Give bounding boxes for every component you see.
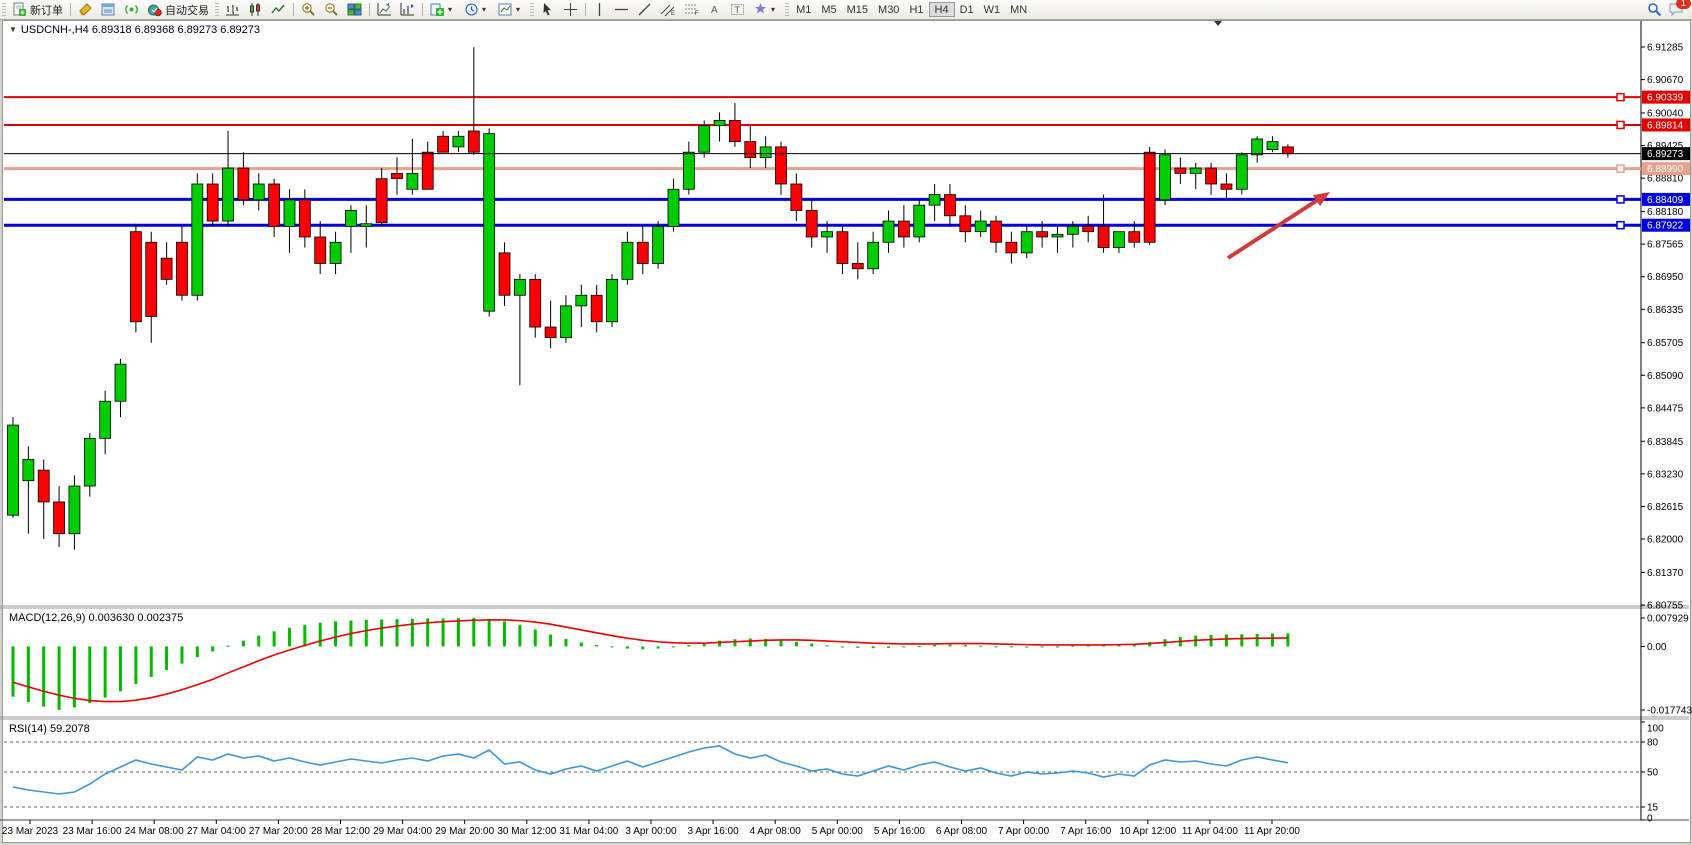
toolbar-grip[interactable]: [530, 3, 534, 16]
cursor-tool-button[interactable]: [536, 1, 559, 18]
add-indicator-button[interactable]: ▾: [426, 1, 460, 18]
bar-chart-icon: [225, 2, 240, 17]
trendline-icon: [637, 2, 652, 17]
horizontal-line-tool[interactable]: [610, 1, 633, 18]
market-watch-button[interactable]: [97, 1, 120, 18]
timeframe-button-H4[interactable]: H4: [929, 2, 955, 17]
new-order-icon: [12, 2, 27, 17]
toolbar-grip[interactable]: [2, 3, 6, 16]
shapes-tool[interactable]: ▾: [749, 1, 783, 18]
clock-icon: [464, 2, 479, 17]
notifications-button[interactable]: 1: [1668, 2, 1684, 17]
notification-badge: 1: [1676, 0, 1691, 9]
window-icon: [101, 2, 116, 17]
add-indicator-icon: [430, 2, 445, 17]
new-order-button[interactable]: 新订单: [8, 1, 67, 18]
timeframe-button-H1[interactable]: H1: [904, 2, 928, 17]
vertical-line-tool[interactable]: [589, 1, 610, 18]
channel-tool[interactable]: E: [656, 1, 680, 18]
timeframe-button-D1[interactable]: D1: [955, 2, 979, 17]
timeframe-toolbar: M1M5M15M30H1H4D1W1MN: [791, 2, 1032, 17]
symbol-ohlc-text: USDCNH-,H4 6.89318 6.89368 6.89273 6.892…: [21, 24, 260, 36]
timeframe-button-M1[interactable]: M1: [791, 2, 816, 17]
mt4-application: 新订单: [0, 0, 1692, 845]
signal-icon: [124, 2, 139, 17]
toolbar-separator: [585, 3, 586, 16]
equidistant-channel-icon: E: [660, 2, 676, 17]
text-label-icon: T: [730, 2, 745, 17]
toolbar-separator: [369, 3, 370, 16]
text-icon: A: [708, 2, 722, 17]
tile-windows-button[interactable]: [343, 1, 366, 18]
vertical-line-icon: [593, 2, 606, 17]
dropdown-caret-icon: ▾: [516, 5, 520, 14]
template-icon: [498, 2, 513, 17]
timeframe-button-W1[interactable]: W1: [979, 2, 1006, 17]
toolbar-separator: [422, 3, 423, 16]
report-chart-icon: [400, 2, 415, 17]
svg-text:F: F: [695, 11, 699, 17]
bar-chart-mode-button[interactable]: [221, 1, 244, 18]
dropdown-caret-icon: ▾: [482, 5, 486, 14]
zoom-out-icon: [324, 2, 339, 17]
timeframe-button-M15[interactable]: M15: [842, 2, 873, 17]
tester-chart-icon: [377, 2, 392, 17]
period-button[interactable]: ▾: [460, 1, 494, 18]
crosshair-icon: [563, 2, 578, 17]
auto-trading-label: 自动交易: [165, 2, 209, 18]
tile-windows-icon: [347, 2, 362, 17]
trendline-tool[interactable]: [633, 1, 656, 18]
toolbar-separator: [293, 3, 294, 16]
svg-text:T: T: [735, 5, 741, 15]
dropdown-caret-icon: ▾: [771, 5, 775, 14]
optimization-button[interactable]: [396, 1, 419, 18]
auto-trading-button[interactable]: 自动交易: [143, 1, 213, 18]
rsi-indicator-label: RSI(14) 59.2078: [9, 723, 90, 735]
candlestick-chart-icon: [248, 2, 263, 17]
toolbar-grip[interactable]: [215, 3, 219, 16]
main-toolbar: 新订单: [0, 0, 1692, 20]
fibonacci-icon: F: [684, 2, 700, 17]
line-chart-mode-button[interactable]: [267, 1, 290, 18]
chart-window: [2, 20, 1691, 843]
crosshair-tool-button[interactable]: [559, 1, 582, 18]
horizontal-line-icon: [614, 2, 629, 17]
arrows-shapes-icon: [753, 2, 768, 17]
cursor-icon: [540, 2, 555, 17]
svg-text:A: A: [711, 5, 718, 16]
symbol-header: ▼ USDCNH-,H4 6.89318 6.89368 6.89273 6.89…: [9, 24, 260, 36]
text-tool[interactable]: A: [704, 1, 726, 18]
dropdown-caret-icon: ▾: [448, 5, 452, 14]
timeframe-button-M30[interactable]: M30: [873, 2, 904, 17]
macd-indicator-label: MACD(12,26,9) 0.003630 0.002375: [9, 612, 183, 624]
zoom-in-button[interactable]: [297, 1, 320, 18]
toolbar-separator: [70, 3, 71, 16]
toolbar-grip[interactable]: [785, 3, 789, 16]
collapse-caret-icon[interactable]: ▼: [9, 25, 17, 34]
strategy-tester-button[interactable]: [373, 1, 396, 18]
line-chart-icon: [271, 2, 286, 17]
search-icon[interactable]: [1647, 2, 1662, 17]
timeframe-button-MN[interactable]: MN: [1005, 2, 1032, 17]
timeframe-button-M5[interactable]: M5: [816, 2, 841, 17]
svg-text:E: E: [671, 11, 675, 17]
new-order-label: 新订单: [30, 2, 63, 18]
styler-button[interactable]: [74, 1, 97, 18]
candle-chart-mode-button[interactable]: [244, 1, 267, 18]
fibonacci-tool[interactable]: F: [680, 1, 704, 18]
toolbar-right-group: 1: [1647, 2, 1692, 17]
template-button[interactable]: ▾: [494, 1, 528, 18]
zoom-out-button[interactable]: [320, 1, 343, 18]
signals-button[interactable]: [120, 1, 143, 18]
zoom-in-icon: [301, 2, 316, 17]
brush-icon: [78, 2, 93, 17]
auto-trading-icon: [147, 2, 162, 17]
text-label-tool[interactable]: T: [726, 1, 749, 18]
